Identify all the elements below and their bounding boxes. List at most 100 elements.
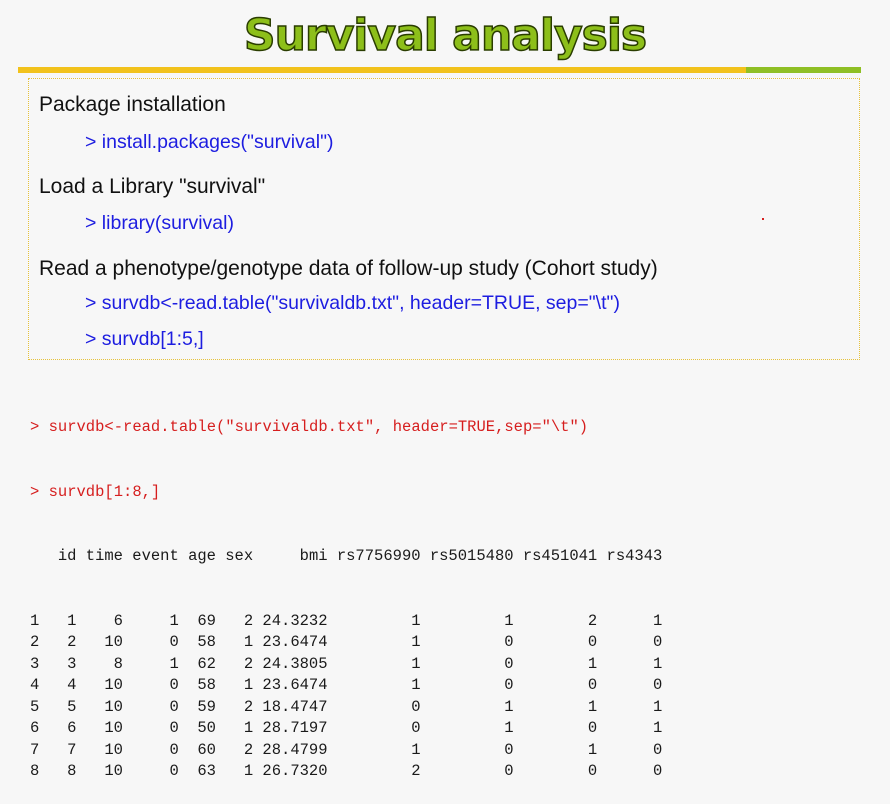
cell-rs451041: 2 xyxy=(587,611,598,630)
cell-rs451041: 1 xyxy=(587,740,598,759)
title-underline-green xyxy=(746,67,861,73)
cell-time: 6 xyxy=(113,611,123,630)
cell-rs451041: 1 xyxy=(587,697,598,716)
cell-rs5015480: 0 xyxy=(504,762,514,780)
cell-bmi: 23.6474 xyxy=(262,633,328,651)
cell-sex: 1 xyxy=(243,676,254,694)
column-header-rs5015480: rs5015480 xyxy=(429,547,514,565)
table-row: 6 6 10 0 50 1 28.7197 0 1 0 1 xyxy=(30,718,860,740)
cell-rs4343: 1 xyxy=(653,719,663,737)
row-name: 4 xyxy=(30,676,40,694)
cell-time: 8 xyxy=(113,654,123,673)
instructions-box: Package installation > install.packages(… xyxy=(28,78,860,360)
cell-rs4343: 1 xyxy=(653,654,663,673)
table-row: 5 5 10 0 59 2 18.4747 0 1 1 1 xyxy=(30,697,860,719)
cell-sex: 2 xyxy=(243,611,254,630)
cell-id: 7 xyxy=(67,740,77,759)
cell-age: 60 xyxy=(197,740,216,759)
column-header-rs4343: rs4343 xyxy=(606,547,663,565)
cell-rs7756990: 0 xyxy=(411,697,421,716)
cell-event: 0 xyxy=(169,740,179,759)
console-command-head: > survdb[1:8,] xyxy=(30,482,161,501)
cell-rs5015480: 0 xyxy=(504,633,514,651)
cell-age: 69 xyxy=(197,611,216,630)
step-heading-load: Load a Library "survival" xyxy=(39,175,266,198)
cell-id: 8 xyxy=(67,762,77,780)
cell-rs4343: 0 xyxy=(653,762,663,780)
cell-rs7756990: 1 xyxy=(411,676,421,694)
cell-bmi: 24.3805 xyxy=(262,654,328,673)
console-command-read: > survdb<-read.table("survivaldb.txt", h… xyxy=(30,418,589,436)
cell-rs5015480: 1 xyxy=(504,611,514,630)
cell-rs5015480: 0 xyxy=(504,740,514,759)
cell-event: 0 xyxy=(169,762,179,780)
cell-bmi: 28.7197 xyxy=(262,719,328,737)
column-header-age: age xyxy=(188,547,216,565)
cell-event: 1 xyxy=(169,654,179,673)
cell-bmi: 18.4747 xyxy=(262,697,328,716)
cell-rs7756990: 1 xyxy=(411,654,421,673)
cell-id: 1 xyxy=(67,611,77,630)
row-name: 5 xyxy=(30,697,40,716)
cell-sex: 1 xyxy=(243,633,254,651)
cell-sex: 1 xyxy=(243,762,254,780)
cell-id: 5 xyxy=(67,697,77,716)
cell-bmi: 24.3232 xyxy=(262,611,328,630)
table-row: 3 3 8 1 62 2 24.3805 1 0 1 1 xyxy=(30,654,860,676)
cell-time: 10 xyxy=(104,697,123,716)
cell-event: 0 xyxy=(169,676,179,694)
cell-bmi: 28.4799 xyxy=(262,740,328,759)
row-name: 8 xyxy=(30,762,40,780)
cell-id: 6 xyxy=(67,719,77,737)
cell-rs4343: 0 xyxy=(653,676,663,694)
row-name: 3 xyxy=(30,654,40,673)
table-row: 7 7 10 0 60 2 28.4799 1 0 1 0 xyxy=(30,740,860,762)
table-row: 8 8 10 0 63 1 26.7320 2 0 0 0 xyxy=(30,761,860,783)
title-underline-yellow xyxy=(18,67,746,73)
command-read-table: > survdb<-read.table("survivaldb.txt", h… xyxy=(85,292,620,314)
cell-age: 63 xyxy=(197,762,216,780)
cell-rs7756990: 1 xyxy=(411,633,421,651)
column-header-event: event xyxy=(132,547,179,565)
cell-age: 62 xyxy=(197,654,216,673)
cell-rs7756990: 0 xyxy=(411,719,421,737)
cell-id: 4 xyxy=(67,676,77,694)
step-heading-read: Read a phenotype/genotype data of follow… xyxy=(39,257,658,280)
cell-age: 58 xyxy=(197,633,216,651)
cell-time: 10 xyxy=(104,633,123,651)
cell-time: 10 xyxy=(104,676,123,694)
column-header-id: id xyxy=(57,547,77,565)
cell-bmi: 26.7320 xyxy=(262,762,328,780)
cell-rs451041: 0 xyxy=(587,676,598,694)
table-row: 4 4 10 0 58 1 23.6474 1 0 0 0 xyxy=(30,675,860,697)
step-heading-install: Package installation xyxy=(39,93,226,116)
cell-rs4343: 0 xyxy=(653,633,663,651)
cell-bmi: 23.6474 xyxy=(262,676,328,694)
cell-rs5015480: 0 xyxy=(504,676,514,694)
cell-rs7756990: 2 xyxy=(411,762,421,780)
row-name: 7 xyxy=(30,740,40,759)
row-name: 2 xyxy=(30,633,40,651)
cell-age: 50 xyxy=(197,719,216,737)
column-header-time: time xyxy=(85,547,123,565)
cell-rs4343: 1 xyxy=(653,697,663,716)
cell-rs451041: 0 xyxy=(587,719,598,737)
table-row: 1 1 6 1 69 2 24.3232 1 1 2 1 xyxy=(30,611,860,633)
table-row: 2 2 10 0 58 1 23.6474 1 0 0 0 xyxy=(30,632,860,654)
cell-rs4343: 1 xyxy=(653,611,663,630)
table-header-row: id time event age sex bmi rs7756990 rs5015480 rs… xyxy=(30,546,860,568)
slide-title: Survival analysis xyxy=(243,9,648,62)
cell-sex: 1 xyxy=(243,719,254,737)
cell-id: 3 xyxy=(67,654,77,673)
cell-rs451041: 1 xyxy=(587,654,598,673)
column-header-sex: sex xyxy=(225,547,254,565)
title-underline xyxy=(18,67,861,73)
cell-sex: 2 xyxy=(243,697,254,716)
cell-sex: 2 xyxy=(243,654,254,673)
r-console-output: > survdb<-read.table("survivaldb.txt", h… xyxy=(30,374,860,804)
cell-event: 0 xyxy=(169,719,179,737)
command-library: > library(survival) xyxy=(85,212,234,234)
cell-rs5015480: 0 xyxy=(504,654,514,673)
cell-event: 1 xyxy=(169,611,179,630)
command-head: > survdb[1:5,] xyxy=(85,328,204,350)
